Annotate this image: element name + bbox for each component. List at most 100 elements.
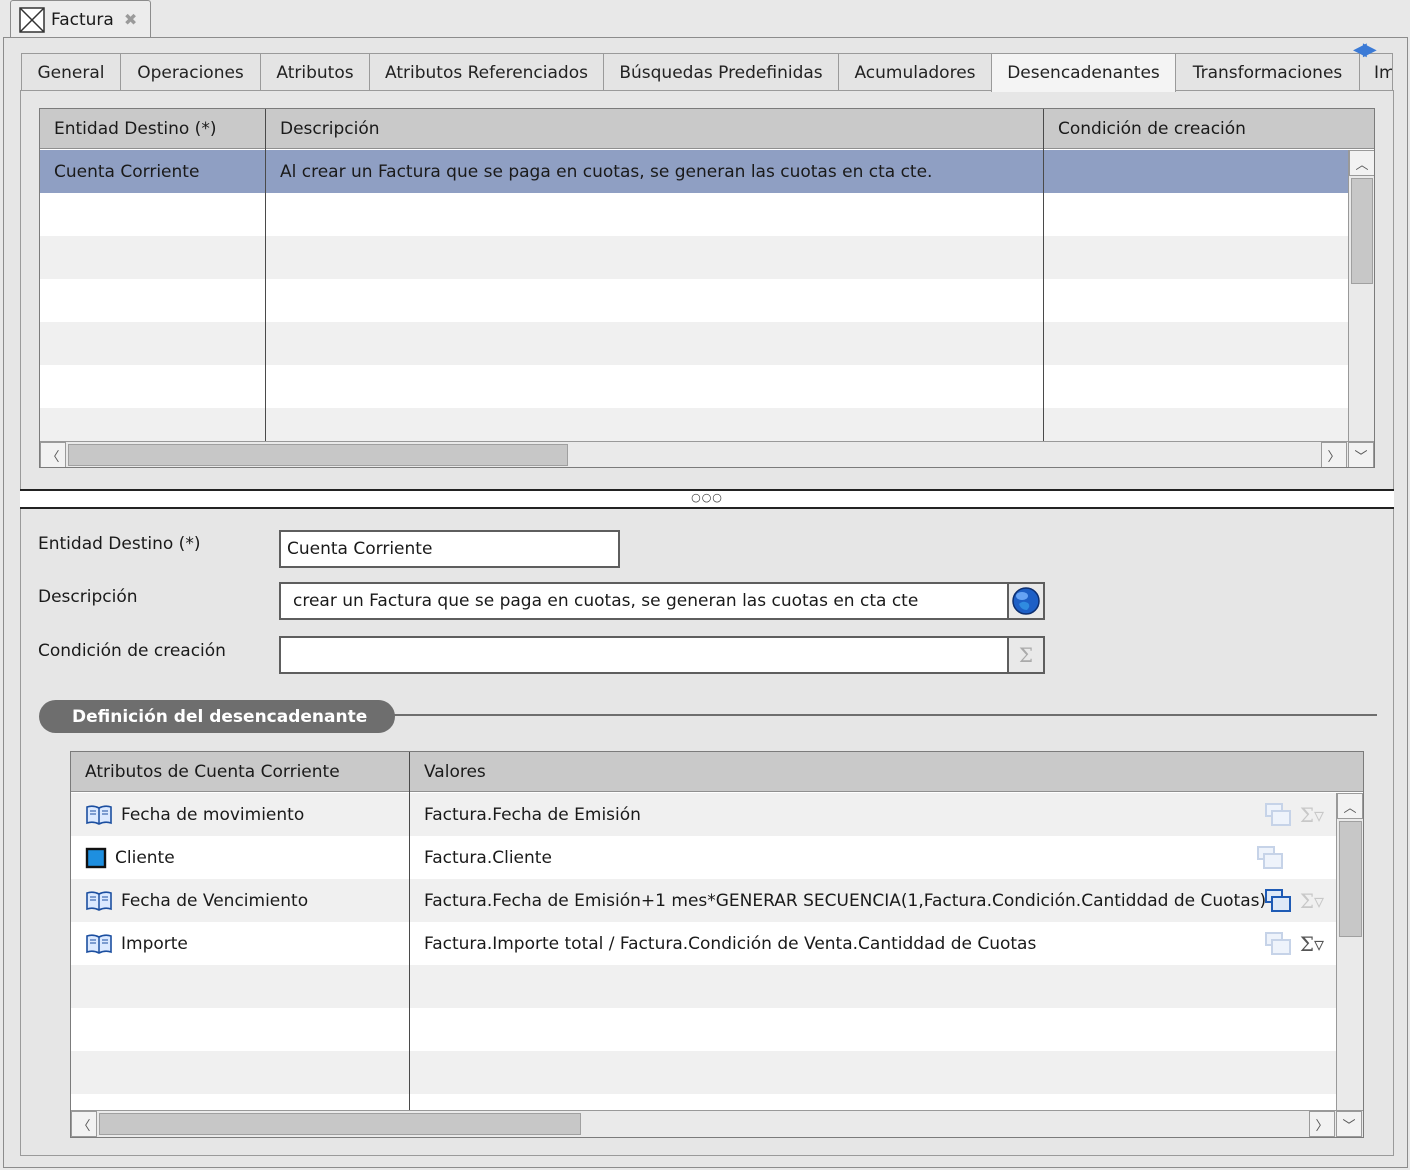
tab-label: General <box>37 62 105 83</box>
tab-atributos[interactable]: Atributos <box>260 53 370 91</box>
scroll-right-icon[interactable]: 〉 <box>1309 1111 1335 1137</box>
scroll-left-icon[interactable]: 〈 <box>71 1111 97 1137</box>
table-row[interactable]: Fecha de movimiento Factura.Fecha de Emi… <box>71 793 1336 836</box>
table-row <box>71 965 1336 1008</box>
row-actions <box>1256 836 1284 879</box>
tab-label: Acumuladores <box>854 62 976 83</box>
table-row <box>40 279 1348 322</box>
tab-transformaciones[interactable]: Transformaciones <box>1175 53 1360 91</box>
cell-condicion <box>1044 150 1348 193</box>
column-header-label: Valores <box>424 761 486 782</box>
scroll-up-icon[interactable]: ︿ <box>1337 793 1363 819</box>
tab-label: Búsquedas Predefinidas <box>619 62 823 83</box>
condicion-field[interactable] <box>279 636 1009 674</box>
column-header-descripcion[interactable]: Descripción <box>266 109 1044 149</box>
tab-label: Im <box>1374 62 1392 83</box>
valor-cell: Factura.Fecha de Emisión <box>424 804 641 825</box>
table-row <box>40 408 1348 441</box>
column-header-valores[interactable]: Valores <box>410 752 1363 792</box>
scroll-thumb[interactable] <box>68 444 568 466</box>
table-row-selected[interactable]: Cuenta Corriente Al crear un Factura que… <box>40 150 1348 193</box>
cell-descripcion: Al crear un Factura que se paga en cuota… <box>280 161 933 182</box>
sigma-filter-icon[interactable]: Σ▿ <box>1300 803 1324 827</box>
copy-stack-icon[interactable] <box>1264 802 1292 828</box>
cell-entidad: Cuenta Corriente <box>54 161 200 182</box>
tab-label: Atributos <box>276 62 354 83</box>
triggers-table: Entidad Destino (*) Descripción Condició… <box>39 108 1375 468</box>
entidad-destino-field[interactable]: Cuenta Corriente <box>279 530 620 568</box>
column-divider <box>409 752 410 1110</box>
horizontal-scrollbar[interactable]: 〈 〉 ﹀ <box>71 1110 1363 1137</box>
tab-label: Atributos Referenciados <box>385 62 588 83</box>
column-header-atributos[interactable]: Atributos de Cuenta Corriente <box>71 752 410 792</box>
scroll-thumb[interactable] <box>1339 821 1362 937</box>
tab-operaciones[interactable]: Operaciones <box>120 53 261 91</box>
copy-stack-icon[interactable] <box>1264 888 1292 914</box>
tab-label: Operaciones <box>137 62 244 83</box>
entidad-destino-label: Entidad Destino (*) <box>38 534 201 554</box>
horizontal-scrollbar[interactable]: 〈 〉 ﹀ <box>40 441 1374 467</box>
column-header-entidad[interactable]: Entidad Destino (*) <box>40 109 266 149</box>
tab-general[interactable]: General <box>21 53 121 91</box>
tab-scroll-arrows-icon[interactable]: ◀▶ <box>1353 39 1377 60</box>
row-actions: Σ▿ <box>1264 879 1324 922</box>
tab-label: Transformaciones <box>1192 62 1343 83</box>
table-row <box>71 1051 1336 1094</box>
column-header-label: Atributos de Cuenta Corriente <box>85 761 340 782</box>
attr-label: Fecha de Vencimiento <box>121 890 309 911</box>
tab-acumuladores[interactable]: Acumuladores <box>838 53 992 91</box>
sigma-filter-icon[interactable]: Σ▿ <box>1300 932 1324 956</box>
descripcion-field[interactable]: crear un Factura que se paga en cuotas, … <box>279 582 1009 620</box>
attr-label: Fecha de movimiento <box>121 804 305 825</box>
table-row[interactable]: Importe Factura.Importe total / Factura.… <box>71 922 1336 965</box>
copy-stack-icon[interactable] <box>1264 931 1292 957</box>
tab-busquedas-predefinidas[interactable]: Búsquedas Predefinidas <box>603 53 839 91</box>
scroll-left-icon[interactable]: 〈 <box>40 442 66 467</box>
vertical-scrollbar[interactable]: ︿ <box>1348 150 1374 441</box>
scroll-right-icon[interactable]: 〉 <box>1321 442 1347 467</box>
scroll-down-icon[interactable]: ﹀ <box>1348 442 1374 467</box>
valor-cell: Factura.Fecha de Emisión+1 mes*GENERAR S… <box>424 890 1267 911</box>
definition-table: Atributos de Cuenta Corriente Valores Fe… <box>70 751 1364 1138</box>
valor-cell: Factura.Importe total / Factura.Condició… <box>424 933 1037 954</box>
table-row <box>40 236 1348 279</box>
row-actions: Σ▿ <box>1264 793 1324 836</box>
book-icon <box>86 804 112 825</box>
editor-tab-title: Factura <box>51 9 114 30</box>
attr-cell: Cliente <box>71 836 410 879</box>
entity-square-icon <box>85 847 107 868</box>
section-divider <box>390 714 1377 716</box>
section-title: Definición del desencadenante <box>39 700 395 733</box>
table-row[interactable]: Cliente Factura.Cliente <box>71 836 1336 879</box>
scroll-down-icon[interactable]: ﹀ <box>1336 1111 1362 1137</box>
copy-stack-icon[interactable] <box>1256 845 1284 871</box>
column-header-label: Condición de creación <box>1058 118 1246 139</box>
globe-translate-button[interactable] <box>1007 582 1045 620</box>
scroll-thumb[interactable] <box>99 1113 581 1135</box>
tab-atributos-referenciados[interactable]: Atributos Referenciados <box>369 53 604 91</box>
editor-tab[interactable]: Factura ✖ <box>10 0 151 38</box>
column-header-label: Descripción <box>280 118 380 139</box>
vertical-scrollbar[interactable]: ︿ <box>1336 793 1363 1110</box>
scroll-up-icon[interactable]: ︿ <box>1349 150 1374 176</box>
book-icon <box>86 890 112 911</box>
scroll-thumb[interactable] <box>1351 178 1373 284</box>
valor-cell: Factura.Cliente <box>424 847 552 868</box>
row-actions: Σ▿ <box>1264 922 1324 965</box>
column-divider <box>1043 109 1044 441</box>
close-icon[interactable]: ✖ <box>124 10 137 29</box>
tab-label: Desencadenantes <box>1007 63 1160 83</box>
column-header-condicion[interactable]: Condición de creación <box>1044 109 1374 149</box>
globe-icon <box>1012 587 1040 615</box>
column-header-label: Entidad Destino (*) <box>54 118 217 139</box>
tab-desencadenantes[interactable]: Desencadenantes <box>991 53 1176 92</box>
book-icon <box>86 933 112 954</box>
table-row[interactable]: Fecha de Vencimiento Factura.Fecha de Em… <box>71 879 1336 922</box>
attr-cell: Importe <box>71 922 410 965</box>
descripcion-label: Descripción <box>38 587 138 607</box>
splitter-handle[interactable]: ○○○ <box>20 489 1394 509</box>
sigma-filter-icon[interactable]: Σ▿ <box>1300 889 1324 913</box>
table-row <box>40 193 1348 236</box>
expression-editor-button[interactable]: Σ <box>1007 636 1045 674</box>
table-row <box>40 322 1348 365</box>
